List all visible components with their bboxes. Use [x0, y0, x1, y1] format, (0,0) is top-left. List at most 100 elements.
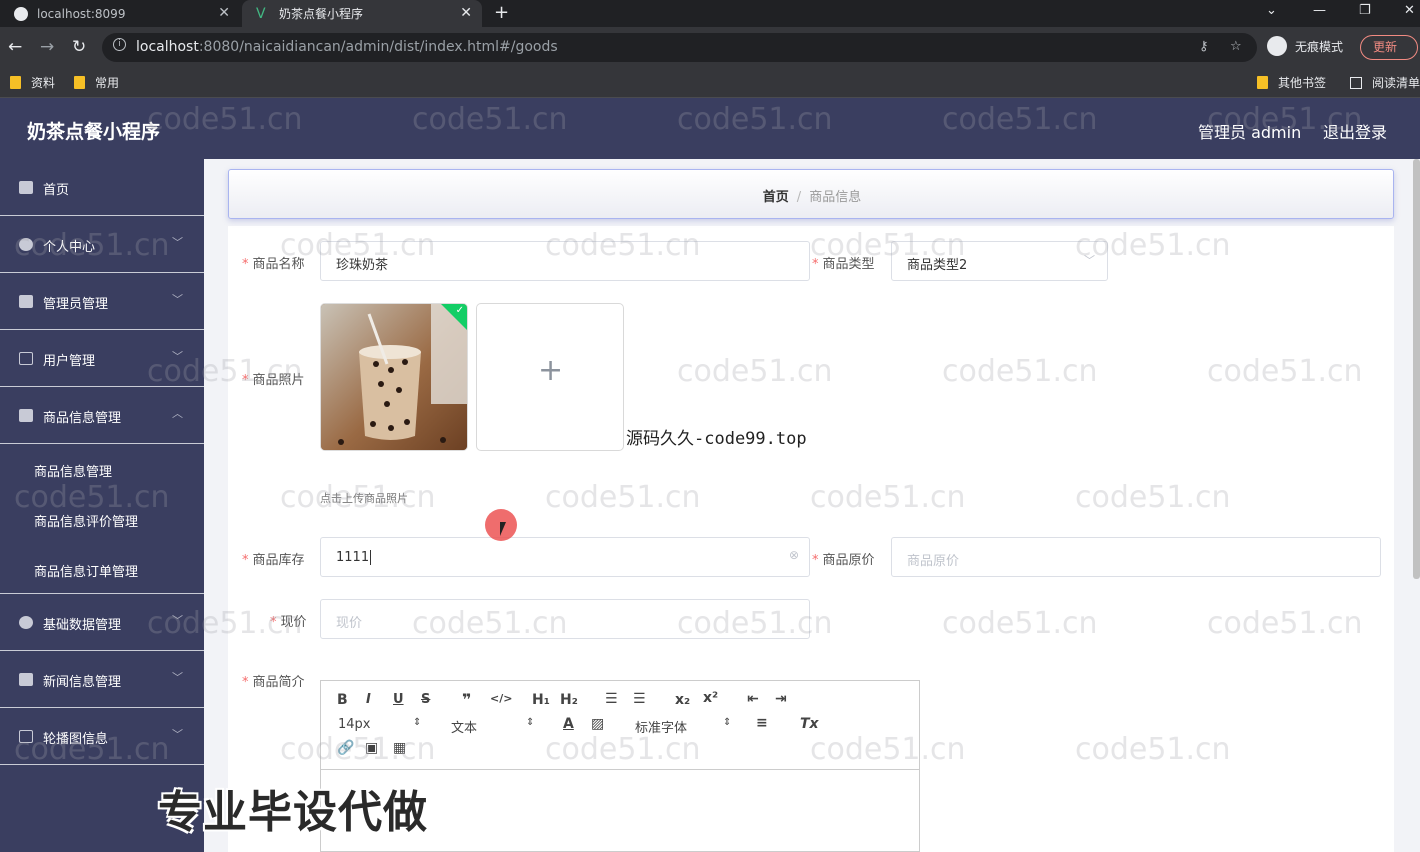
font-family-value: 标准字体	[635, 721, 688, 736]
video-icon[interactable]: ▦	[393, 740, 406, 756]
superscript-icon[interactable]: x²	[703, 690, 718, 706]
original-price-input[interactable]: 商品原价	[891, 537, 1381, 577]
sidebar-item-carousel[interactable]: 轮播图信息 ﹀	[0, 708, 204, 765]
sidebar-item-personal-center[interactable]: 个人中心 ﹀	[0, 216, 204, 273]
sidebar-item-user-management[interactable]: 用户管理 ﹀	[0, 330, 204, 387]
chevron-up-icon: ︿	[172, 407, 183, 420]
font-size-value: 14px	[338, 717, 371, 732]
user-icon	[19, 238, 33, 251]
code-block-icon[interactable]: </>	[490, 692, 512, 705]
bullet-list-icon[interactable]: ☰	[633, 691, 646, 707]
indent-icon[interactable]: ⇥	[775, 691, 787, 707]
header-1-icon[interactable]: H₁	[532, 692, 550, 708]
close-icon[interactable]: ✕	[460, 5, 472, 21]
sidebar-item-label: 首页	[43, 183, 70, 198]
sidebar-subitem-goods-orders[interactable]: 商品信息订单管理	[0, 544, 204, 594]
key-icon[interactable]: ⚷	[1199, 39, 1209, 54]
browser-tab-2[interactable]: V 奶茶点餐小程序 ✕	[242, 0, 482, 27]
chevron-down-icon: ﹀	[172, 293, 183, 306]
page-scrollbar[interactable]	[1413, 159, 1420, 579]
goods-stock-input[interactable]: 1111 ⊗	[320, 537, 810, 577]
goods-photo-thumbnail[interactable]: ✓	[320, 303, 468, 451]
briefcase-icon	[19, 409, 33, 422]
goods-name-input[interactable]: 珍珠奶茶	[320, 241, 810, 281]
chevron-down-icon: ﹀	[172, 350, 183, 363]
browser-toolbar: ← → ↻ i localhost:8080/naicaidiancan/adm…	[0, 27, 1420, 67]
sidebar-item-news[interactable]: 新闻信息管理 ﹀	[0, 651, 204, 708]
outdent-icon[interactable]: ⇤	[747, 691, 759, 707]
promo-banner-text: 专业毕设代做	[158, 787, 428, 838]
info-icon[interactable]: i	[113, 38, 126, 51]
incognito-indicator[interactable]: 无痕模式	[1267, 36, 1343, 56]
sidebar-item-label: 用户管理	[43, 354, 96, 369]
text-color-icon[interactable]: A	[563, 716, 574, 732]
tab-search-icon[interactable]: ⌄	[1266, 3, 1277, 18]
blockquote-icon[interactable]: ❞	[462, 690, 471, 709]
editor-toolbar: B I U S ❞ </> H₁ H₂ ☰ ☰ x₂ x² ⇤ ⇥ 14px ⇕ …	[321, 681, 919, 770]
strikethrough-icon[interactable]: S	[421, 692, 430, 707]
header-2-icon[interactable]: H₂	[560, 692, 578, 708]
align-icon[interactable]: ≡	[756, 715, 768, 731]
books-icon	[19, 673, 33, 686]
bookmark-other[interactable]: 其他书签	[1257, 74, 1326, 91]
sidebar-subitem-label: 商品信息评价管理	[34, 515, 139, 530]
sidebar-item-admin-management[interactable]: 管理员管理 ﹀	[0, 273, 204, 330]
close-icon[interactable]: ✕	[218, 5, 230, 21]
url-host: localhost	[136, 39, 199, 55]
sort-icon: ⇕	[723, 717, 732, 728]
clear-icon[interactable]: ⊗	[789, 548, 799, 562]
text-caret	[370, 550, 372, 565]
format-select[interactable]: 文本 ⇕	[451, 717, 534, 736]
background-color-icon[interactable]: ▨	[591, 716, 604, 732]
reading-list[interactable]: 阅读清单	[1350, 74, 1420, 91]
sidebar-item-label: 商品信息管理	[43, 411, 122, 426]
clear-format-icon[interactable]: Tx	[800, 716, 819, 732]
goods-type-select[interactable]: 商品类型2 ﹀	[891, 241, 1108, 281]
reload-icon[interactable]: ↻	[72, 37, 86, 57]
forward-icon[interactable]: →	[40, 37, 54, 57]
sidebar: 首页 个人中心 ﹀ 管理员管理 ﹀ 用户管理 ﹀ 商品信息管理 ︿ 商品信息管理…	[0, 159, 204, 852]
image-icon[interactable]: ▣	[365, 740, 378, 756]
window-close-icon[interactable]: ✕	[1404, 3, 1415, 18]
font-size-select[interactable]: 14px ⇕	[338, 717, 421, 732]
reading-list-icon	[1350, 76, 1362, 89]
browser-tab-1[interactable]: localhost:8099 ✕	[0, 0, 240, 27]
chevron-down-icon: ﹀	[172, 671, 183, 684]
new-tab-button[interactable]: +	[494, 2, 509, 23]
vue-logo-icon: V	[256, 5, 266, 22]
restore-icon[interactable]: ❐	[1359, 3, 1371, 18]
ordered-list-icon[interactable]: ☰	[605, 691, 618, 707]
incognito-label: 无痕模式	[1295, 39, 1344, 54]
breadcrumb-home[interactable]: 首页	[763, 190, 789, 205]
back-icon[interactable]: ←	[8, 37, 22, 57]
current-price-input[interactable]: 现价	[320, 599, 810, 639]
star-icon[interactable]: ☆	[1230, 39, 1242, 54]
sidebar-item-goods-management[interactable]: 商品信息管理 ︿	[0, 387, 204, 444]
sidebar-item-basic-data[interactable]: 基础数据管理 ﹀	[0, 594, 204, 651]
id-card-icon	[19, 352, 33, 365]
underline-icon[interactable]: U	[393, 692, 404, 707]
breadcrumb-card: 首页 / 商品信息	[228, 169, 1394, 219]
mouse-pointer-icon	[500, 522, 512, 536]
bookmark-folder-changyong[interactable]: 常用	[74, 74, 119, 91]
browser-tab-bar: localhost:8099 ✕ V 奶茶点餐小程序 ✕ + ⌄ — ❐ ✕	[0, 0, 1420, 27]
link-icon[interactable]: 🔗	[337, 740, 354, 756]
font-family-select[interactable]: 标准字体 ⇕	[635, 717, 731, 736]
folder-icon	[10, 76, 21, 89]
address-bar[interactable]: i localhost:8080/naicaidiancan/admin/dis…	[102, 33, 1257, 62]
upload-button[interactable]: +	[476, 303, 624, 451]
bold-icon[interactable]: B	[337, 692, 348, 708]
sidebar-subitem-goods-reviews[interactable]: 商品信息评价管理	[0, 494, 204, 544]
bookmark-folder-ziliao[interactable]: 资料	[10, 74, 55, 91]
subscript-icon[interactable]: x₂	[675, 692, 690, 708]
upload-tip: 点击上传商品照片	[320, 492, 408, 505]
goods-photo-label: * 商品照片	[242, 373, 305, 388]
sidebar-item-home[interactable]: 首页	[0, 159, 204, 216]
minimize-icon[interactable]: —	[1313, 3, 1326, 18]
italic-icon[interactable]: I	[366, 692, 371, 707]
sidebar-subitem-goods[interactable]: 商品信息管理	[0, 444, 204, 494]
logout-link[interactable]: 退出登录	[1323, 119, 1387, 143]
format-value: 文本	[451, 721, 478, 736]
breadcrumb-current: 商品信息	[809, 190, 862, 205]
update-button[interactable]: 更新	[1360, 35, 1418, 60]
